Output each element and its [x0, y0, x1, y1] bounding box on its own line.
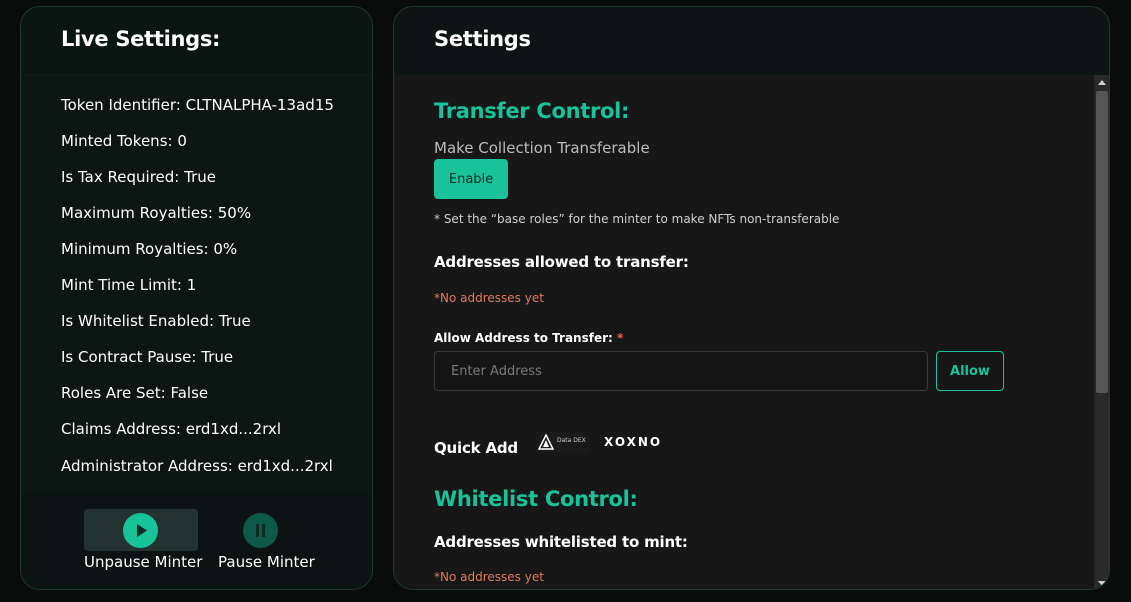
scroll-thumb[interactable] [1096, 91, 1108, 393]
allow-address-label-text: Allow Address to Transfer: [434, 331, 613, 345]
datadex-logo-text: Data DEX [557, 437, 586, 444]
token-identifier: Token Identifier: CLTNALPHA-13ad15 [61, 96, 334, 114]
allow-button[interactable]: Allow [936, 351, 1004, 391]
minter-controls: Unpause Minter Pause Minter [21, 493, 372, 589]
addresses-whitelisted-title: Addresses whitelisted to mint: [434, 533, 688, 551]
play-icon [123, 513, 158, 548]
xoxno-logo[interactable]: XOXNO [604, 435, 662, 449]
maximum-royalties: Maximum Royalties: 50% [61, 204, 252, 222]
address-input[interactable] [434, 351, 928, 391]
roles-are-set: Roles Are Set: False [61, 384, 209, 402]
live-settings-panel: Live Settings: Token Identifier: CLTNALP… [20, 6, 373, 590]
is-tax-required: Is Tax Required: True [61, 168, 216, 186]
unpause-minter-button[interactable] [84, 509, 198, 551]
mint-time-limit: Mint Time Limit: 1 [61, 276, 197, 294]
quick-add-label: Quick Add [434, 439, 518, 457]
base-roles-note: * Set the “base roles” for the minter to… [434, 212, 840, 226]
make-transferable-label: Make Collection Transferable [434, 139, 650, 157]
scroll-up-arrow-icon[interactable] [1094, 75, 1109, 89]
pause-icon [243, 513, 278, 548]
required-mark: * [617, 331, 624, 345]
settings-scrollbar[interactable] [1094, 75, 1109, 589]
no-addresses-text: *No addresses yet [434, 291, 544, 305]
is-contract-pause: Is Contract Pause: True [61, 348, 234, 366]
settings-scroll-area[interactable]: Transfer Control: Make Collection Transf… [394, 75, 1094, 589]
live-settings-header: Live Settings: [21, 7, 372, 75]
live-settings-title: Live Settings: [61, 27, 221, 51]
settings-title: Settings [434, 27, 531, 51]
unpause-minter-label[interactable]: Unpause Minter [84, 553, 202, 571]
whitelist-control-title: Whitelist Control: [434, 487, 638, 511]
minimum-royalties: Minimum Royalties: 0% [61, 240, 238, 258]
no-whitelist-addresses-text: *No addresses yet [434, 570, 544, 584]
datadex-logo-icon [538, 434, 554, 450]
pause-minter-button[interactable] [204, 509, 318, 551]
datadex-logo[interactable]: Data DEX [536, 432, 588, 452]
live-settings-list: Token Identifier: CLTNALPHA-13ad15 Minte… [21, 75, 372, 495]
settings-panel: Settings Transfer Control: Make Collecti… [393, 6, 1110, 590]
transfer-control-title: Transfer Control: [434, 99, 630, 123]
addresses-allowed-title: Addresses allowed to transfer: [434, 253, 689, 271]
claims-address: Claims Address: erd1xd...2rxl [61, 420, 282, 438]
xoxno-logo-text: XOXNO [604, 435, 663, 449]
administrator-address: Administrator Address: erd1xd...2rxl [61, 457, 333, 475]
minted-tokens: Minted Tokens: 0 [61, 132, 187, 150]
enable-button[interactable]: Enable [434, 159, 508, 199]
allow-address-label: Allow Address to Transfer: * [434, 331, 623, 345]
pause-minter-label[interactable]: Pause Minter [218, 553, 315, 571]
is-whitelist-enabled: Is Whitelist Enabled: True [61, 312, 251, 330]
settings-header: Settings [394, 7, 1109, 75]
scroll-down-arrow-icon[interactable] [1094, 577, 1109, 589]
